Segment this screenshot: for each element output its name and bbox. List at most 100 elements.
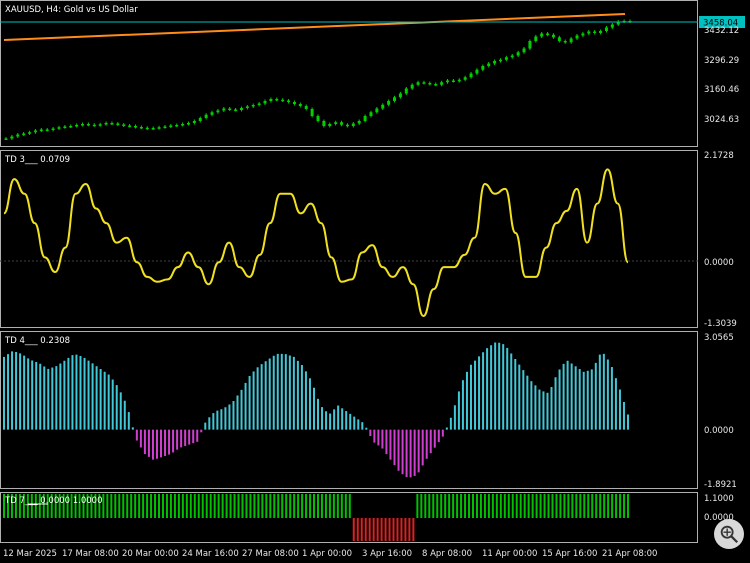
trading-chart[interactable]: XAUUSD, H4: Gold vs US Dollar 3458.04 34… <box>0 0 750 563</box>
candle-body <box>369 112 373 116</box>
candle-body <box>186 123 190 125</box>
td4-axis: 3.0565 0.0000 -1.8921 <box>704 333 737 490</box>
candle-body <box>163 126 167 128</box>
candle-body <box>410 84 414 89</box>
candle-body <box>393 97 397 101</box>
candle-body <box>546 33 550 35</box>
candle-body <box>463 77 467 80</box>
td3-line <box>3 168 629 318</box>
candle-body <box>587 31 591 34</box>
candle-body <box>86 124 90 126</box>
candle-body <box>298 104 302 106</box>
td7-tick: 1.1000 <box>704 494 734 504</box>
trend-line[interactable] <box>3 13 626 41</box>
candle-body <box>522 48 526 53</box>
candle-body <box>446 80 450 83</box>
candle-body <box>610 24 614 28</box>
candle-body <box>98 124 102 126</box>
candle-body <box>45 129 49 131</box>
zoom-button[interactable] <box>714 519 744 549</box>
candle-body <box>322 121 326 126</box>
candle-body <box>487 63 491 66</box>
price-tick: 3160.46 <box>704 85 739 95</box>
candle-body <box>428 83 432 85</box>
candle-body <box>269 99 273 101</box>
candle-body <box>375 108 379 113</box>
candle-body <box>381 104 385 109</box>
time-tick: 3 Apr 16:00 <box>362 549 412 559</box>
candle-body <box>581 33 585 36</box>
candle-body <box>128 125 132 127</box>
candle-body <box>275 99 279 101</box>
td7-label: TD 7___ 0.0000 1.0000 <box>4 496 102 506</box>
candle-body <box>175 125 179 127</box>
candle-body <box>69 126 73 128</box>
candle-body <box>145 127 149 130</box>
candle-body <box>328 124 332 126</box>
candle-body <box>310 109 314 116</box>
candle-body <box>345 124 349 127</box>
candle-body <box>363 116 367 121</box>
td4-indicator-pane[interactable]: TD 4___ 0.2308 3.0565 0.0000 -1.8921 <box>3 333 737 490</box>
candle-body <box>316 116 320 121</box>
candle-body <box>434 84 438 86</box>
candle-body <box>493 61 497 64</box>
candle-body <box>481 66 485 70</box>
candle-body <box>22 133 26 135</box>
candle-body <box>157 127 161 129</box>
time-tick: 20 Mar 00:00 <box>122 549 179 559</box>
candle-body <box>422 82 426 84</box>
candle-body <box>222 108 226 111</box>
candle-body <box>92 124 96 127</box>
candle-body <box>10 136 14 139</box>
candle-body <box>257 103 261 105</box>
time-tick: 21 Apr 08:00 <box>602 549 657 559</box>
time-tick: 17 Mar 08:00 <box>62 549 119 559</box>
td3-pane-frame <box>0 150 698 328</box>
chart-title: XAUUSD, H4: Gold vs US Dollar <box>5 5 138 15</box>
price-candles <box>4 19 632 140</box>
candle-body <box>593 31 597 33</box>
candle-body <box>251 105 255 107</box>
candle-body <box>351 123 355 126</box>
candle-body <box>304 106 308 109</box>
candle-body <box>557 37 561 41</box>
td3-indicator-pane[interactable]: TD 3___ 0.0709 2.1728 0.0000 -1.3039 <box>0 151 737 329</box>
candle-body <box>340 122 344 125</box>
candle-body <box>469 73 473 78</box>
candle-body <box>599 31 603 33</box>
candle-body <box>122 124 126 126</box>
candle-body <box>516 52 520 56</box>
candle-body <box>457 79 461 82</box>
candle-body <box>116 123 120 125</box>
candle-body <box>498 59 502 62</box>
candle-body <box>604 27 608 31</box>
candle-body <box>528 41 532 49</box>
main-price-axis: 3432.12 3296.29 3160.46 3024.63 <box>704 26 739 125</box>
candle-body <box>569 38 573 43</box>
main-price-pane[interactable]: XAUUSD, H4: Gold vs US Dollar 3458.04 34… <box>0 5 745 140</box>
candle-body <box>245 106 249 108</box>
candle-body <box>33 130 37 133</box>
candle-body <box>334 122 338 124</box>
candle-body <box>39 129 43 131</box>
candle-body <box>387 101 391 105</box>
time-tick: 24 Mar 16:00 <box>182 549 239 559</box>
candle-body <box>451 80 455 82</box>
td4-tick: 0.0000 <box>704 426 734 436</box>
candle-body <box>357 121 361 124</box>
candle-body <box>139 127 143 129</box>
candle-body <box>63 126 67 128</box>
time-tick: 12 Mar 2025 <box>3 549 57 559</box>
candle-body <box>239 108 243 110</box>
candle-body <box>16 134 20 137</box>
time-tick: 15 Apr 16:00 <box>542 549 597 559</box>
candle-body <box>216 110 220 113</box>
time-tick: 8 Apr 08:00 <box>422 549 472 559</box>
td7-indicator-pane[interactable]: TD 7___ 0.0000 1.0000 1.1000 0.0000 <box>3 494 734 541</box>
candle-body <box>110 123 114 125</box>
td4-tick: 3.0565 <box>704 333 734 343</box>
time-axis: 12 Mar 2025 17 Mar 08:00 20 Mar 00:00 24… <box>3 549 657 559</box>
candle-body <box>192 121 196 123</box>
candle-body <box>51 128 55 130</box>
